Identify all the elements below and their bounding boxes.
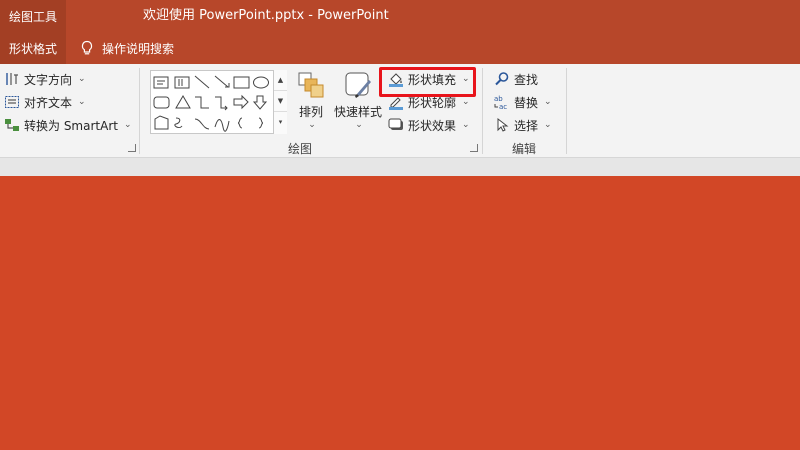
chevron-down-icon: ⌄ xyxy=(544,120,552,130)
lightbulb-icon xyxy=(81,40,93,55)
shape-fill-highlight-box xyxy=(379,67,476,97)
shape-gallery[interactable] xyxy=(150,70,287,134)
svg-text:ac: ac xyxy=(499,103,507,110)
chevron-down-icon: ⌄ xyxy=(78,97,86,107)
chevron-down-icon: ⌄ xyxy=(544,97,552,107)
tell-me-label: 操作说明搜索 xyxy=(102,41,175,56)
convert-smartart-button[interactable]: 转换为 SmartArt ⌄ xyxy=(4,115,132,135)
editor-background xyxy=(0,158,800,176)
align-text-label: 对齐文本 xyxy=(24,95,73,110)
replace-label: 替换 xyxy=(514,95,539,110)
drawing-group-launcher[interactable] xyxy=(470,144,478,152)
text-group-launcher[interactable] xyxy=(128,144,136,152)
shape-gallery-shapes xyxy=(153,75,269,132)
chevron-down-icon: ⌄ xyxy=(355,120,363,130)
context-tools-label: 绘图工具 xyxy=(0,0,66,32)
chevron-down-icon: ⌄ xyxy=(462,120,470,130)
text-direction-button[interactable]: 文字方向 ⌄ xyxy=(4,69,86,89)
chevron-down-icon: ⌄ xyxy=(462,97,470,107)
find-button[interactable]: 查找 xyxy=(494,69,538,89)
tab-shape-format[interactable]: 形状格式 xyxy=(0,32,66,64)
convert-smartart-label: 转换为 SmartArt xyxy=(24,118,118,133)
ribbon-tab-row: 形状格式 操作说明搜索 xyxy=(0,32,800,64)
chevron-down-icon: ⌄ xyxy=(78,74,86,84)
gallery-scroll-down-icon[interactable]: ▼ xyxy=(274,91,287,112)
window-title: 欢迎使用 PowerPoint.pptx - PowerPoint xyxy=(143,8,389,23)
text-direction-icon xyxy=(6,73,18,85)
shape-effects-label: 形状效果 xyxy=(408,118,457,133)
group-divider xyxy=(139,68,140,154)
replace-button[interactable]: ab ac 替换 ⌄ xyxy=(494,92,552,112)
arrange-label: 排列 xyxy=(298,105,323,119)
editing-group-label: 编辑 xyxy=(512,142,537,156)
chevron-down-icon: ⌄ xyxy=(308,120,316,130)
gallery-scroll-up-icon[interactable]: ▲ xyxy=(274,70,287,91)
quick-styles-button[interactable]: 快速样式 ⌄ xyxy=(333,70,383,130)
cursor-arrow-icon xyxy=(497,117,509,132)
group-divider xyxy=(482,68,483,154)
arrange-button[interactable]: 排列 ⌄ xyxy=(294,70,328,130)
replace-icon: ab ac xyxy=(494,95,507,110)
shape-effects-icon xyxy=(388,118,403,130)
quick-styles-icon xyxy=(345,72,371,98)
shape-effects-button[interactable]: 形状效果 ⌄ xyxy=(388,115,470,135)
group-divider xyxy=(566,68,567,154)
title-bar: 绘图工具 欢迎使用 PowerPoint.pptx - PowerPoint xyxy=(0,0,800,32)
select-label: 选择 xyxy=(514,118,539,133)
svg-text:ab: ab xyxy=(494,95,503,103)
smartart-icon xyxy=(5,119,19,131)
text-direction-label: 文字方向 xyxy=(24,72,73,87)
drawing-group-label: 绘图 xyxy=(288,142,313,156)
gallery-more-icon[interactable]: ▾ xyxy=(274,112,287,133)
arrange-icon xyxy=(298,72,324,98)
align-text-button[interactable]: 对齐文本 ⌄ xyxy=(4,92,86,112)
shape-gallery-scrollbar[interactable]: ▲ ▼ ▾ xyxy=(273,70,287,134)
tell-me-search[interactable]: 操作说明搜索 xyxy=(80,32,174,64)
chevron-down-icon: ⌄ xyxy=(123,120,132,130)
slide-canvas[interactable] xyxy=(0,176,800,450)
search-icon xyxy=(495,72,509,86)
align-text-icon xyxy=(5,96,19,108)
find-label: 查找 xyxy=(514,72,539,87)
select-button[interactable]: 选择 ⌄ xyxy=(494,115,552,135)
quick-styles-label: 快速样式 xyxy=(333,105,382,119)
